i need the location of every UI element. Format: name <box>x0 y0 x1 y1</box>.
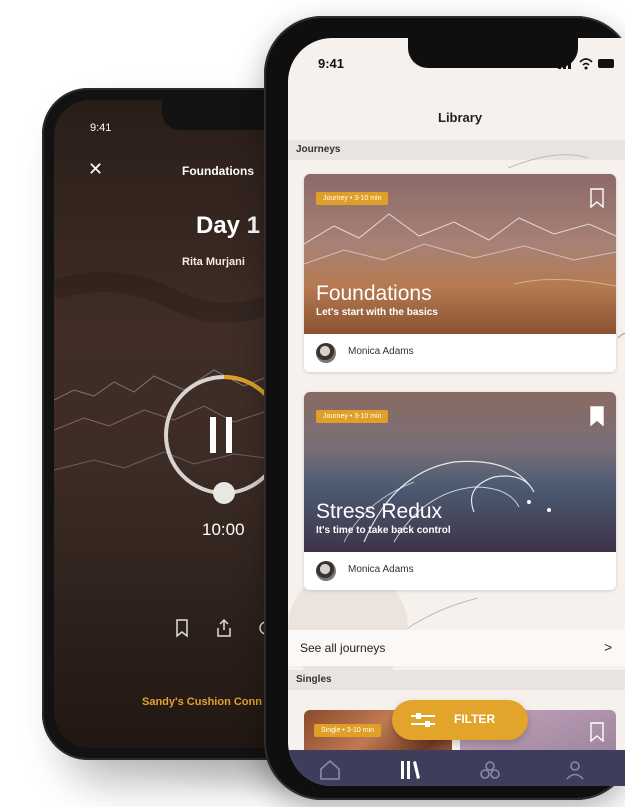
card-subtitle: Let's start with the basics <box>316 307 438 318</box>
singles-header: Singles <box>288 670 625 690</box>
community-icon[interactable] <box>478 758 502 782</box>
see-all-label: See all journeys <box>300 641 386 655</box>
filter-label: FILTER <box>454 712 496 726</box>
filter-button[interactable]: FILTER <box>392 700 528 740</box>
card-title: Stress Redux <box>316 500 443 523</box>
duration-badge: Journey • 3-10 min <box>316 192 389 205</box>
library-phone: 9:41 Library Journeys Journey • 3-10 min… <box>264 16 625 800</box>
bookmark-icon[interactable] <box>590 188 604 208</box>
timer: 10:00 <box>202 520 245 539</box>
avatar <box>316 343 336 363</box>
card-footer: Monica Adams <box>304 334 616 372</box>
card-title: Foundations <box>316 282 432 305</box>
journey-card[interactable]: Journey • 3-10 min Stress Redux It's tim… <box>304 392 616 590</box>
status-time: 9:41 <box>90 122 112 134</box>
library-screen: 9:41 Library Journeys Journey • 3-10 min… <box>288 38 625 786</box>
author-name: Rita Murjani <box>182 256 245 268</box>
chevron-right-icon: > <box>604 639 613 655</box>
profile-icon[interactable] <box>563 758 587 782</box>
bookmark-icon[interactable] <box>172 618 192 638</box>
pause-icon <box>210 417 216 453</box>
share-icon[interactable] <box>214 618 234 638</box>
card-footer: Monica Adams <box>304 552 616 590</box>
section-label: Singles <box>296 674 332 685</box>
see-all-journeys-link[interactable]: See all journeys > <box>288 630 625 666</box>
footer-now-playing[interactable]: Sandy's Cushion Conn <box>142 696 262 708</box>
journey-title: Foundations <box>182 164 254 178</box>
notch <box>408 38 578 68</box>
author-name: Monica Adams <box>348 564 414 575</box>
journey-card[interactable]: Journey • 3-10 min Foundations Let's sta… <box>304 174 616 372</box>
player-screen: 9:41 ✕ Foundations Day 1 Rita Murjani 10… <box>54 100 298 748</box>
close-icon[interactable]: ✕ <box>88 160 103 178</box>
bookmark-icon[interactable] <box>590 722 604 742</box>
progress-knob[interactable] <box>213 482 235 504</box>
bookmark-filled-icon[interactable] <box>590 406 604 426</box>
day-label: Day 1 <box>196 212 261 239</box>
card-subtitle: It's time to take back control <box>316 525 451 536</box>
sliders-icon <box>411 713 435 727</box>
author-name: Monica Adams <box>348 346 414 357</box>
tab-bar <box>288 750 625 786</box>
home-icon[interactable] <box>318 758 342 782</box>
duration-badge: Journey • 3-10 min <box>316 410 389 423</box>
duration-badge: Single • 3-10 min <box>314 724 382 737</box>
avatar <box>316 561 336 581</box>
library-icon[interactable] <box>398 758 422 782</box>
